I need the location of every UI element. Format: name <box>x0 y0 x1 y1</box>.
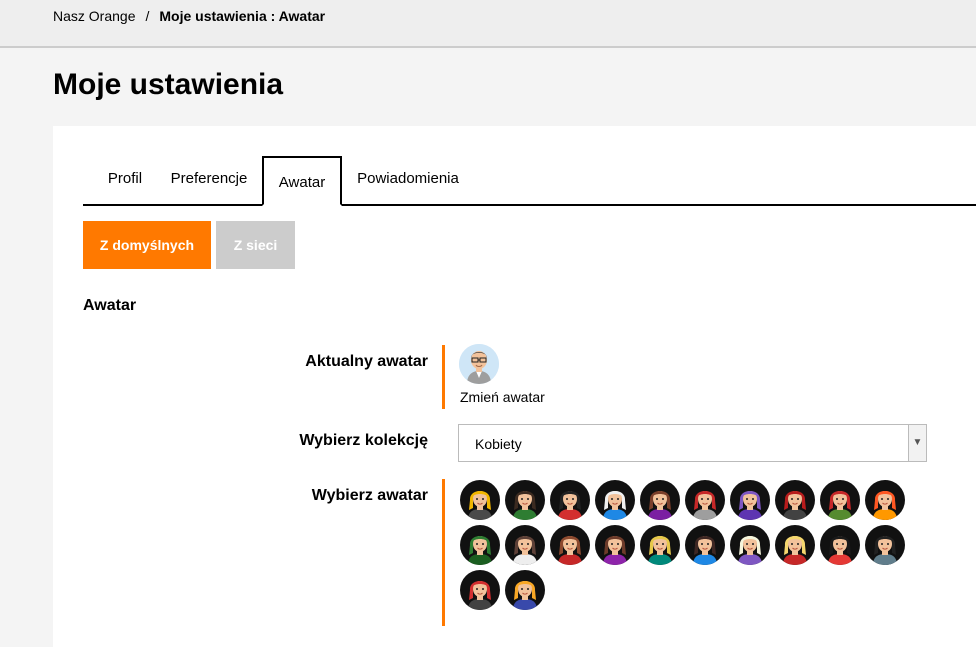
change-avatar-link[interactable]: Zmień awatar <box>460 389 545 405</box>
top-bar: Nasz Orange / Moje ustawienia : Awatar <box>0 0 976 48</box>
woman-avatar-1-icon[interactable] <box>460 480 500 520</box>
woman-avatar-10-icon[interactable] <box>865 480 905 520</box>
current-avatar-label: Aktualny awatar <box>305 353 428 370</box>
avatar-picker-label: Wybierz awatar <box>311 487 428 504</box>
woman-avatar-16-icon[interactable] <box>685 525 725 565</box>
woman-avatar-3-icon[interactable] <box>550 480 590 520</box>
woman-avatar-15-icon[interactable] <box>640 525 680 565</box>
tab-bar: Profil Preferencje Awatar Powiadomienia <box>83 156 976 206</box>
tab-preferencje[interactable]: Preferencje <box>165 156 253 204</box>
collection-select[interactable]: Kobiety ▼ <box>458 424 927 462</box>
woman-avatar-22-icon[interactable] <box>505 570 545 610</box>
current-avatar-divider <box>442 345 445 409</box>
collection-selected-value: Kobiety <box>475 436 522 452</box>
tab-powiadomienia[interactable]: Powiadomienia <box>350 156 466 204</box>
breadcrumb-current: Moje ustawienia : Awatar <box>159 8 326 24</box>
woman-avatar-4-icon[interactable] <box>595 480 635 520</box>
woman-avatar-18-icon[interactable] <box>775 525 815 565</box>
woman-avatar-5-icon[interactable] <box>640 480 680 520</box>
woman-avatar-21-icon[interactable] <box>460 570 500 610</box>
breadcrumb-separator: / <box>145 8 150 24</box>
avatar-picker-divider <box>442 479 445 626</box>
collection-label: Wybierz kolekcję <box>299 432 428 449</box>
woman-avatar-19-icon[interactable] <box>820 525 860 565</box>
woman-avatar-11-icon[interactable] <box>460 525 500 565</box>
breadcrumb: Nasz Orange / Moje ustawienia : Awatar <box>53 8 325 24</box>
from-web-button[interactable]: Z sieci <box>216 221 295 269</box>
woman-avatar-8-icon[interactable] <box>775 480 815 520</box>
woman-avatar-17-icon[interactable] <box>730 525 770 565</box>
tab-awatar[interactable]: Awatar <box>262 156 342 206</box>
settings-card: Profil Preferencje Awatar Powiadomienia … <box>53 126 976 647</box>
woman-avatar-14-icon[interactable] <box>595 525 635 565</box>
chevron-down-icon[interactable]: ▼ <box>908 425 926 461</box>
page-title: Moje ustawienia <box>53 68 284 101</box>
woman-avatar-20-icon[interactable] <box>865 525 905 565</box>
man-glasses-avatar-icon <box>459 344 499 384</box>
woman-avatar-2-icon[interactable] <box>505 480 545 520</box>
woman-avatar-6-icon[interactable] <box>685 480 725 520</box>
breadcrumb-home-link[interactable]: Nasz Orange <box>53 8 135 24</box>
tab-profil[interactable]: Profil <box>101 156 149 204</box>
woman-avatar-13-icon[interactable] <box>550 525 590 565</box>
woman-avatar-12-icon[interactable] <box>505 525 545 565</box>
woman-avatar-7-icon[interactable] <box>730 480 770 520</box>
section-title: Awatar <box>83 297 137 314</box>
woman-avatar-9-icon[interactable] <box>820 480 860 520</box>
from-defaults-button[interactable]: Z domyślnych <box>83 221 211 269</box>
